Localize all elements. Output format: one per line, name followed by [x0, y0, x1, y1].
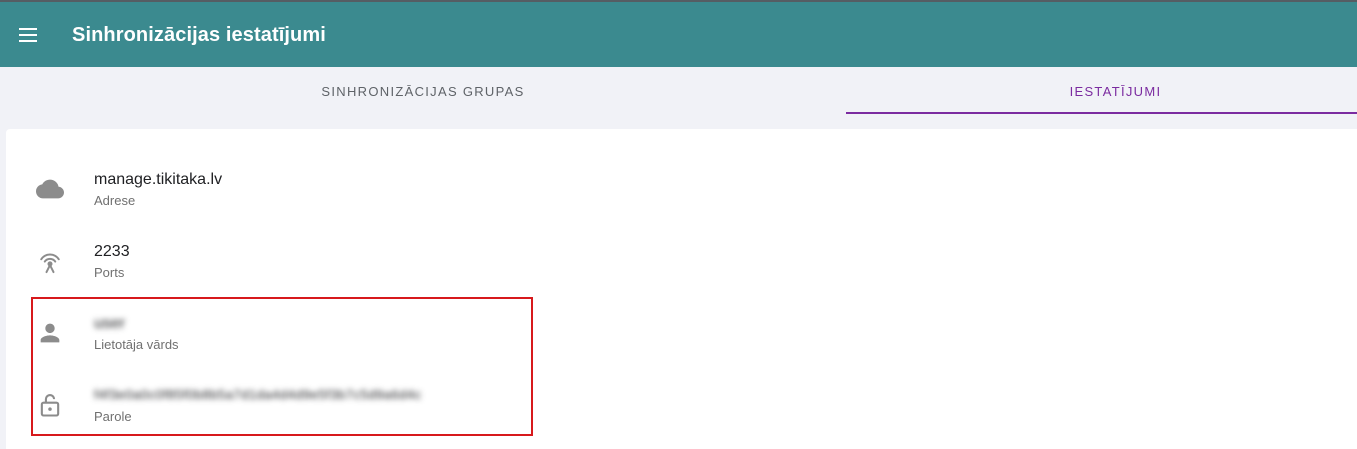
- app-bar: Sinhronizācijas iestatījumi: [0, 0, 1357, 67]
- settings-card: manage.tikitaka.lv Adrese 2233 Ports use…: [6, 129, 1357, 449]
- menu-icon[interactable]: [14, 22, 42, 50]
- page-title: Sinhronizācijas iestatījumi: [72, 24, 326, 46]
- port-value: 2233: [94, 243, 130, 260]
- cloud-icon: [36, 179, 64, 199]
- setting-address[interactable]: manage.tikitaka.lv Adrese: [6, 165, 606, 227]
- tab-settings[interactable]: IESTATĪJUMI: [846, 67, 1357, 115]
- antenna-icon: [40, 253, 60, 274]
- port-label: Ports: [94, 265, 125, 280]
- address-label: Adrese: [94, 193, 136, 208]
- tab-indicator: [846, 112, 1357, 114]
- tab-sync-groups[interactable]: SINHRONIZĀCIJAS GRUPAS: [0, 67, 846, 115]
- tab-bar: SINHRONIZĀCIJAS GRUPAS IESTATĪJUMI: [0, 67, 1357, 115]
- setting-port[interactable]: 2233 Ports: [6, 237, 606, 299]
- highlight-box: [31, 297, 533, 436]
- address-value: manage.tikitaka.lv: [94, 171, 223, 188]
